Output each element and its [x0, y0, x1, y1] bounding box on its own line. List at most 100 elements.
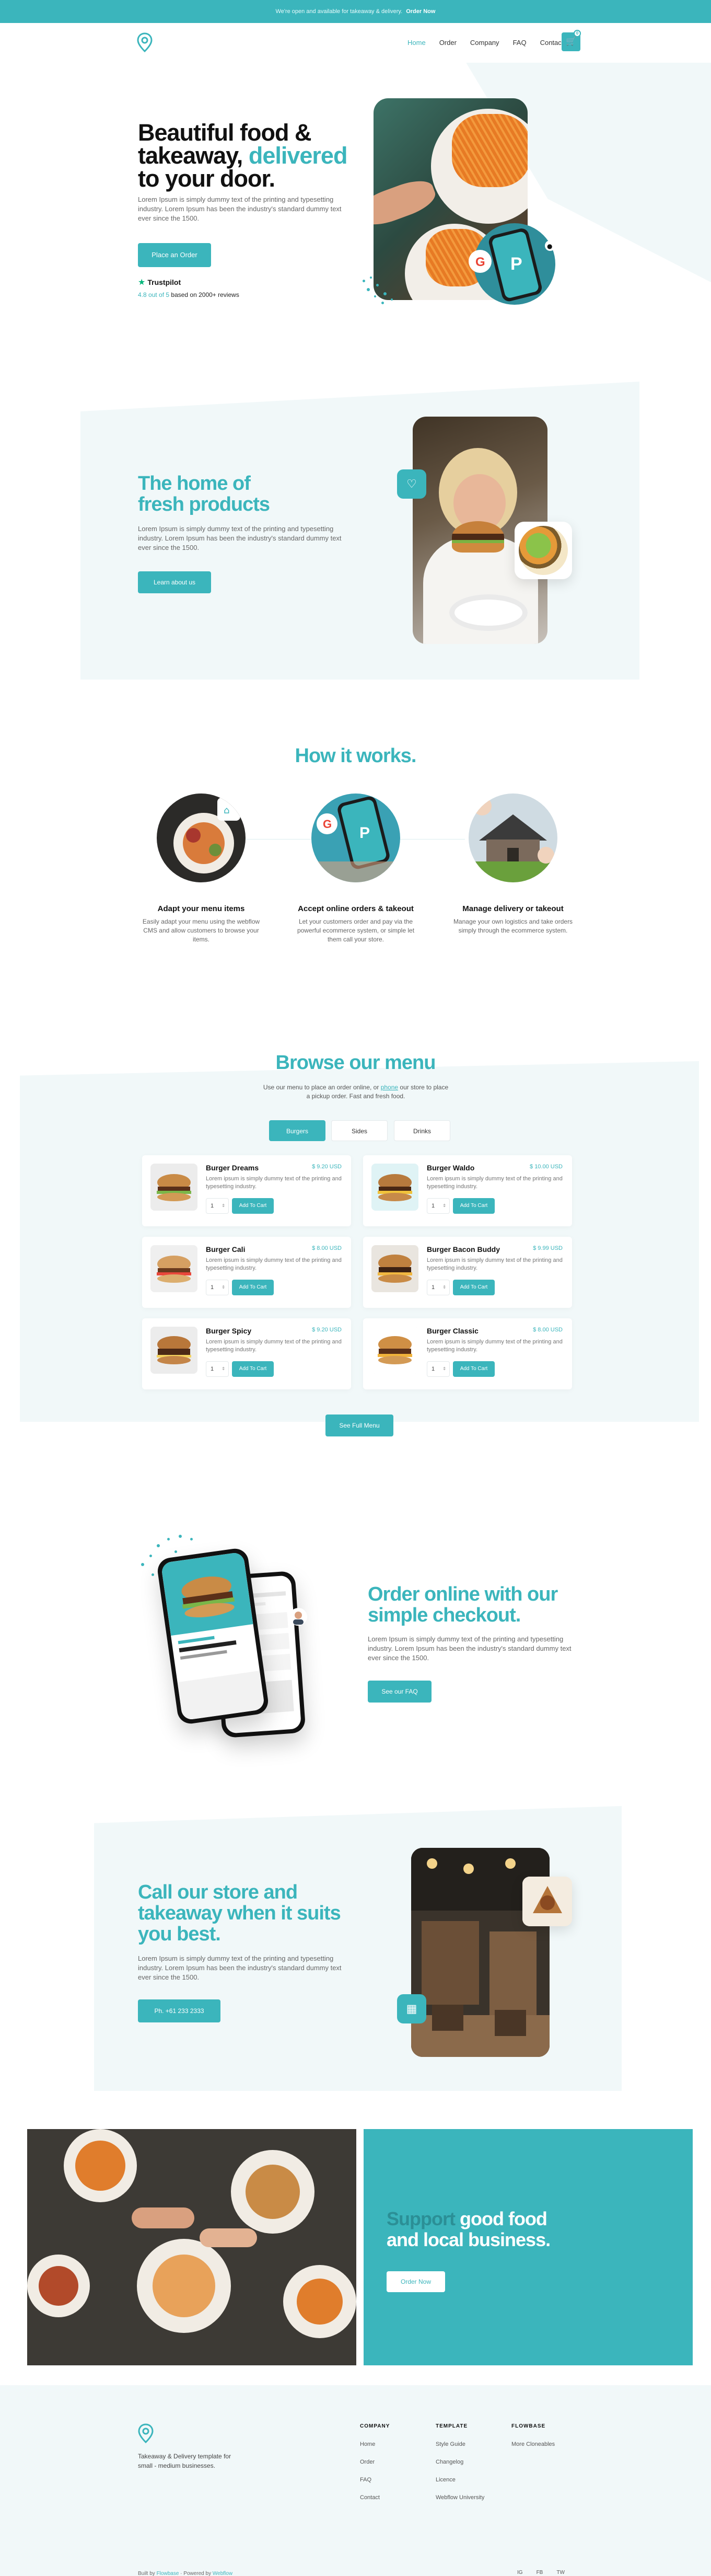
checkout-description: Lorem Ipsum is simply dummy text of the …: [368, 1635, 572, 1662]
logo-pin-icon[interactable]: [137, 32, 153, 52]
hand-shape: [374, 175, 439, 231]
rating-score: 4.8 out of 5: [138, 291, 170, 298]
call-title-line3: you best.: [138, 1923, 221, 1945]
svg-text:G: G: [323, 818, 332, 831]
announcement-order-link[interactable]: Order Now: [406, 8, 435, 15]
footer-link-home[interactable]: Home: [360, 2441, 375, 2447]
quantity-input[interactable]: 1 ⇕: [427, 1198, 450, 1214]
svg-text:G: G: [475, 255, 485, 269]
social-links: IG FB TW: [517, 2570, 565, 2575]
call-title-line1: Call our store and: [138, 1881, 298, 1903]
friends-dining-image: [27, 2129, 356, 2365]
checkout-title-line1: Order online with our: [368, 1583, 558, 1605]
learn-about-us-button[interactable]: Learn about us: [138, 571, 211, 593]
add-to-cart-button[interactable]: Add To Cart: [232, 1361, 274, 1377]
footer-link-order[interactable]: Order: [360, 2459, 375, 2465]
stepper-icon[interactable]: ⇕: [222, 1362, 225, 1376]
nav-home[interactable]: Home: [407, 39, 426, 47]
fresh-description: Lorem Ipsum is simply dummy text of the …: [138, 525, 342, 551]
stepper-icon[interactable]: ⇕: [442, 1362, 446, 1376]
call-phone-button[interactable]: Ph. +61 233 2333: [138, 1999, 220, 2022]
support-title-support: Support: [387, 2208, 456, 2229]
avatar: [289, 1608, 307, 1626]
phone-link[interactable]: phone: [381, 1084, 398, 1091]
footer-link-more-cloneables[interactable]: More Cloneables: [511, 2441, 555, 2447]
step-title: Adapt your menu items: [157, 904, 245, 913]
instagram-icon[interactable]: IG: [517, 2570, 523, 2575]
burger-image: [371, 1327, 418, 1374]
item-name: Burger Classic: [427, 1327, 479, 1335]
burger-image: [371, 1245, 418, 1292]
quantity-input[interactable]: 1 ⇕: [206, 1198, 229, 1214]
plate-shape: [449, 594, 528, 631]
support-title-line2: and local business.: [387, 2229, 551, 2250]
item-price: $ 9.20 USD: [312, 1164, 342, 1170]
footer-link-contact[interactable]: Contact: [360, 2494, 380, 2501]
see-faq-button[interactable]: See our FAQ: [368, 1681, 432, 1703]
footer-link-style-guide[interactable]: Style Guide: [436, 2441, 465, 2447]
header: Home Order Company FAQ Contact 🛒 0: [0, 23, 711, 63]
footer-logo-pin-icon[interactable]: [138, 2423, 154, 2443]
footer-link-licence[interactable]: Licence: [436, 2477, 456, 2483]
checkout-title: Order online with our simple checkout.: [368, 1584, 587, 1626]
item-description: Lorem ipsum is simply dummy text of the …: [427, 1339, 563, 1353]
svg-text:P: P: [510, 254, 522, 274]
see-full-menu-button[interactable]: See Full Menu: [325, 1414, 393, 1436]
step-description: Manage your own logistics and take order…: [453, 918, 573, 934]
powered-by-label: · Powered by: [180, 2571, 212, 2576]
svg-text:P: P: [359, 824, 370, 842]
cart-count-badge: 0: [574, 30, 581, 37]
stepper-icon[interactable]: ⇕: [222, 1199, 225, 1213]
item-price: $ 9.20 USD: [312, 1327, 342, 1333]
quantity-value: 1: [432, 1203, 435, 1209]
how-it-works-title: How it works.: [295, 745, 417, 767]
webflow-link[interactable]: Webflow: [213, 2571, 232, 2576]
stepper-icon[interactable]: ⇕: [442, 1280, 446, 1295]
burger-image: [150, 1327, 197, 1374]
quantity-input[interactable]: 1 ⇕: [427, 1280, 450, 1295]
cart-icon: 🛒: [566, 37, 576, 46]
twitter-icon[interactable]: TW: [556, 2570, 565, 2575]
footer-link-faq[interactable]: FAQ: [360, 2477, 371, 2483]
main-nav: Home Order Company FAQ Contact: [407, 39, 563, 47]
footer: [0, 2385, 711, 2576]
footer-credits: Built by Flowbase · Powered by Webflow: [138, 2571, 232, 2576]
quantity-input[interactable]: 1 ⇕: [206, 1280, 229, 1295]
quantity-input[interactable]: 1 ⇕: [206, 1361, 229, 1377]
trustpilot-logo: ★ Trustpilot: [138, 277, 181, 288]
nav-contact[interactable]: Contact: [540, 39, 564, 47]
add-to-cart-button[interactable]: Add To Cart: [232, 1198, 274, 1214]
facebook-icon[interactable]: FB: [537, 2570, 543, 2575]
hero-title-line2: takeaway, delivered: [138, 144, 368, 167]
quantity-input[interactable]: 1 ⇕: [427, 1361, 450, 1377]
add-to-cart-button[interactable]: Add To Cart: [453, 1361, 495, 1377]
add-to-cart-button[interactable]: Add To Cart: [453, 1198, 495, 1214]
add-to-cart-button[interactable]: Add To Cart: [232, 1280, 274, 1295]
place-order-button[interactable]: Place an Order: [138, 243, 211, 267]
item-name: Burger Cali: [206, 1245, 246, 1254]
tab-drinks[interactable]: Drinks: [394, 1120, 450, 1141]
item-price: $ 9.99 USD: [533, 1245, 563, 1251]
footer-link-webflow-university[interactable]: Webflow University: [436, 2494, 484, 2501]
stepper-icon[interactable]: ⇕: [442, 1199, 446, 1213]
footer-tagline: Takeaway & Delivery template for small -…: [138, 2453, 231, 2469]
quantity-value: 1: [432, 1284, 435, 1291]
built-by-label: Built by: [138, 2571, 155, 2576]
tab-burgers[interactable]: Burgers: [269, 1120, 325, 1141]
item-description: Lorem ipsum is simply dummy text of the …: [206, 1257, 342, 1271]
tab-sides[interactable]: Sides: [331, 1120, 388, 1141]
menu-section-background: [20, 1061, 699, 1422]
footer-link-changelog[interactable]: Changelog: [436, 2459, 463, 2465]
product-screen-graphic: [160, 1551, 265, 1721]
flowbase-link[interactable]: Flowbase: [157, 2571, 179, 2576]
item-price: $ 10.00 USD: [530, 1164, 563, 1170]
order-now-button[interactable]: Order Now: [387, 2271, 445, 2292]
star-icon: ★: [138, 278, 146, 287]
add-to-cart-button[interactable]: Add To Cart: [453, 1280, 495, 1295]
stepper-icon[interactable]: ⇕: [222, 1280, 225, 1295]
menu-item-card: Burger Dreams $ 9.20 USD Lorem ipsum is …: [142, 1155, 351, 1226]
trustpilot-label: Trustpilot: [147, 278, 181, 286]
nav-faq[interactable]: FAQ: [513, 39, 527, 47]
nav-order[interactable]: Order: [439, 39, 457, 47]
nav-company[interactable]: Company: [470, 39, 499, 47]
